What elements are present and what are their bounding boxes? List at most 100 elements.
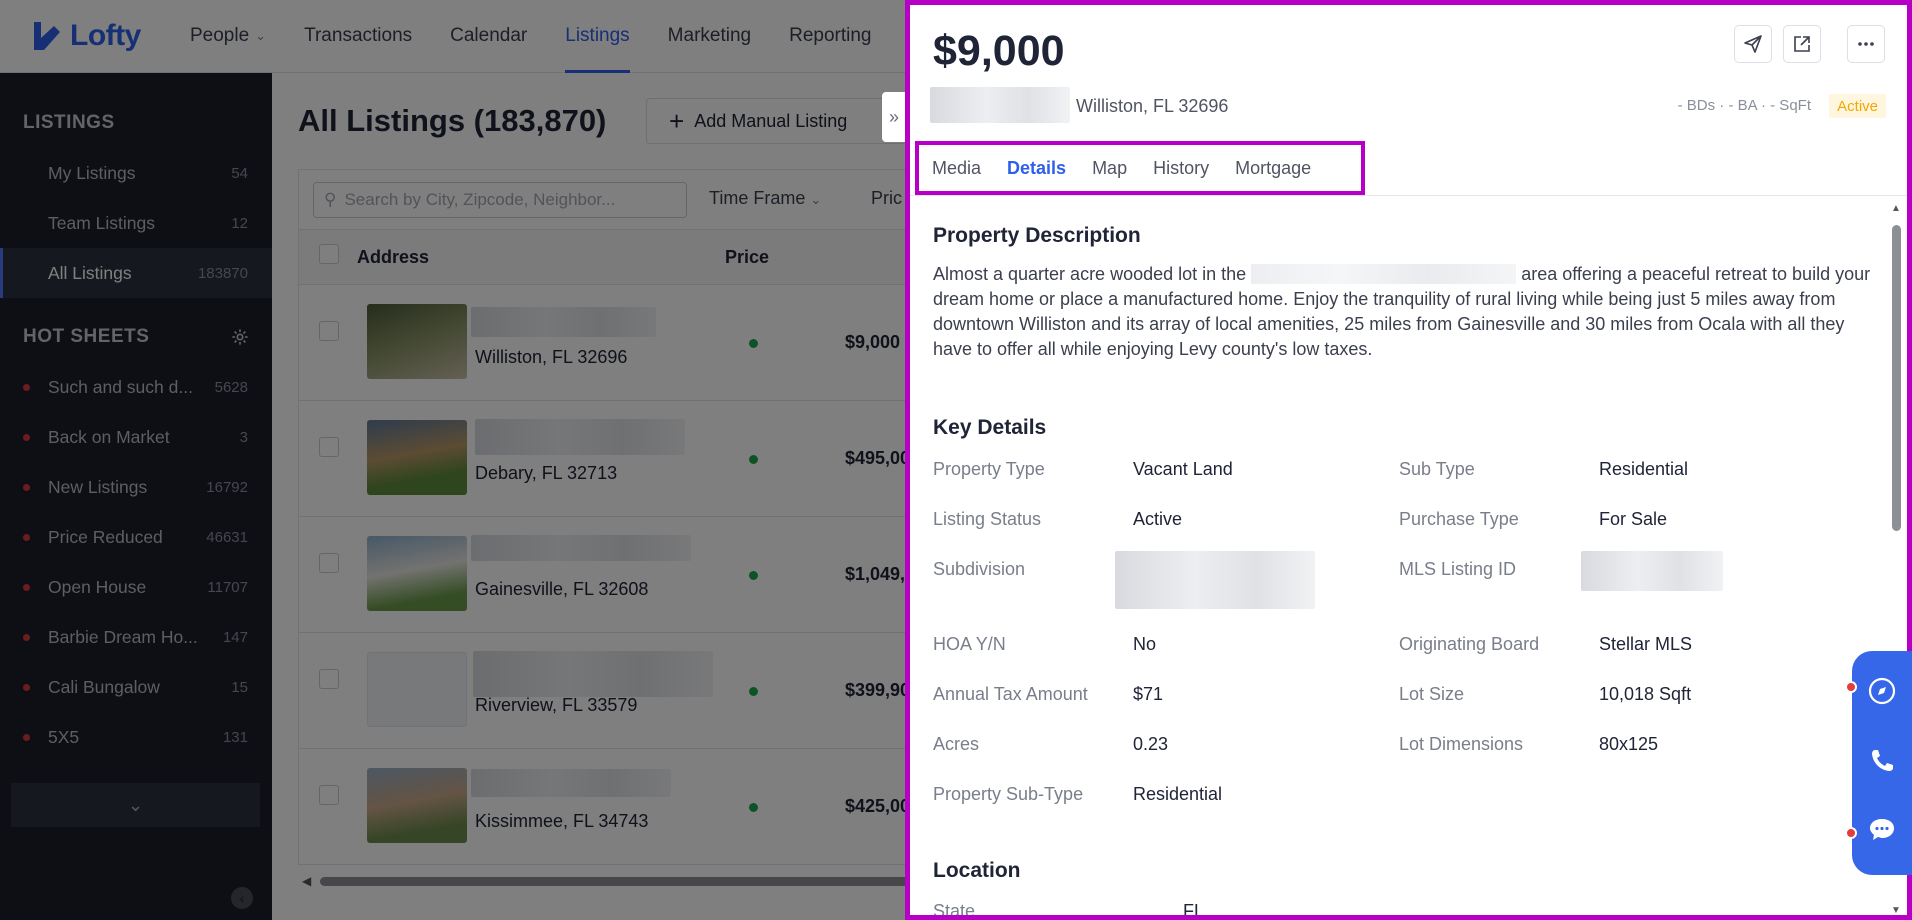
nav-calendar[interactable]: Calendar [450, 0, 527, 73]
chat-icon [1870, 819, 1894, 840]
more-options-button[interactable] [1847, 25, 1885, 63]
sidebar-item-team-listings[interactable]: Team Listings 12 [0, 198, 272, 248]
sidebar-item-my-listings[interactable]: My Listings 54 [0, 148, 272, 198]
search-input[interactable]: ⚲ Search by City, Zipcode, Neighbor... [313, 182, 687, 218]
detail-label: Sub Type [1399, 459, 1475, 479]
detail-tabs: Media Details Map History Mortgage [915, 141, 1365, 195]
redacted-text [1251, 264, 1517, 284]
table-row[interactable]: Williston, FL 32696 $9,000 [298, 285, 912, 401]
listing-thumbnail-placeholder[interactable] [367, 652, 467, 727]
nav-listings[interactable]: Listings [565, 0, 631, 73]
redacted-address [471, 307, 656, 337]
sidebar-item-label: Team Listings [48, 212, 155, 233]
sidebar-item-all-listings[interactable]: All Listings 183870 [0, 248, 272, 298]
detail-value: No [1133, 634, 1157, 654]
listing-price: $495,000 [845, 448, 912, 468]
filter-bar: ⚲ Search by City, Zipcode, Neighbor... Ti… [298, 169, 912, 229]
sidebar-item-label: 5X5 [48, 726, 80, 747]
add-manual-listing-button[interactable]: + Add Manual Listing [646, 98, 906, 144]
row-checkbox[interactable] [319, 669, 339, 689]
status-dot [23, 634, 30, 641]
status-dot [23, 434, 30, 441]
phone-button[interactable] [1864, 743, 1900, 779]
sidebar-item-hot-sheet[interactable]: Barbie Dream Ho... 147 [0, 612, 272, 662]
compass-button[interactable] [1864, 673, 1900, 709]
column-price[interactable]: Price [725, 247, 769, 268]
scrollbar-thumb[interactable] [1892, 225, 1901, 531]
sidebar-item-hot-sheet[interactable]: Price Reduced 46631 [0, 512, 272, 562]
scroll-down-arrow[interactable]: ▼ [1891, 905, 1901, 915]
listing-price: $9,000 [845, 332, 901, 352]
nav-reporting[interactable]: Reporting [789, 0, 871, 73]
select-all-checkbox[interactable] [319, 244, 339, 264]
nav-marketing[interactable]: Marketing [668, 0, 751, 73]
column-address[interactable]: Address [357, 247, 429, 268]
sidebar-item-hot-sheet[interactable]: Back on Market 3 [0, 412, 272, 462]
chat-button[interactable] [1864, 812, 1900, 848]
listings-heading-label: LISTINGS [23, 112, 115, 133]
row-checkbox[interactable] [319, 437, 339, 457]
sidebar-item-hot-sheet[interactable]: 5X5 131 [0, 712, 272, 762]
redacted-address [475, 419, 685, 455]
listing-meta: - BDs · - BA · - SqFt [1677, 97, 1811, 114]
double-chevron-down-icon: ⌄ [127, 794, 144, 815]
sidebar-item-label: All Listings [48, 262, 132, 283]
send-icon [1744, 35, 1762, 53]
status-dot [23, 534, 30, 541]
nav-transactions[interactable]: Transactions [304, 0, 412, 73]
hot-sheets-heading: HOT SHEETS [0, 312, 272, 362]
scroll-up-arrow[interactable]: ▲ [1891, 203, 1901, 214]
share-button[interactable] [1783, 25, 1821, 63]
price-filter[interactable]: Pric [871, 188, 902, 209]
sidebar-item-count: 131 [222, 728, 248, 746]
sidebar-item-hot-sheet[interactable]: Cali Bungalow 15 [0, 662, 272, 712]
listing-thumbnail[interactable] [367, 420, 467, 495]
nav-people[interactable]: People ⌄ [190, 0, 266, 73]
send-button[interactable] [1734, 25, 1772, 63]
sidebar-item-label: Barbie Dream Ho... [48, 626, 198, 647]
tab-map[interactable]: Map [1092, 158, 1127, 179]
chevron-down-icon: ⌄ [810, 192, 822, 207]
detail-value: Vacant Land [1133, 459, 1233, 479]
tab-history[interactable]: History [1153, 158, 1209, 179]
nav-calendar-label: Calendar [450, 25, 528, 46]
listing-thumbnail[interactable] [367, 536, 467, 611]
tab-media[interactable]: Media [932, 158, 981, 179]
detail-label: Property Type [933, 459, 1045, 479]
status-dot [23, 384, 30, 391]
sidebar-item-count: 147 [222, 628, 248, 646]
page-title: All Listings (183,870) [298, 103, 607, 138]
collapse-sidebar-button[interactable]: ‹ [231, 887, 253, 909]
tab-details[interactable]: Details [1007, 158, 1066, 179]
expand-hot-sheets-button[interactable]: ⌄ [11, 783, 260, 827]
table-row[interactable]: Gainesville, FL 32608 $1,049,90 [298, 517, 912, 633]
row-checkbox[interactable] [319, 321, 339, 341]
time-frame-filter[interactable]: Time Frame ⌄ [709, 188, 821, 209]
app-name: Lofty [70, 19, 141, 52]
row-checkbox[interactable] [319, 785, 339, 805]
table-row[interactable]: Kissimmee, FL 34743 $425,000 [298, 749, 912, 865]
listing-thumbnail[interactable] [367, 768, 467, 843]
sidebar-item-hot-sheet[interactable]: Such and such d... 5628 [0, 362, 272, 412]
sidebar-item-hot-sheet[interactable]: New Listings 16792 [0, 462, 272, 512]
sidebar-item-hot-sheet[interactable]: Open House 11707 [0, 562, 272, 612]
tab-mortgage[interactable]: Mortgage [1235, 158, 1311, 179]
horizontal-scrollbar[interactable]: ◀ [298, 873, 912, 889]
listing-thumbnail[interactable] [367, 304, 467, 379]
lofty-logo[interactable]: Lofty [30, 19, 190, 53]
location-title: Location [933, 859, 1021, 882]
chevron-down-icon: ⌄ [255, 28, 267, 43]
listing-city: Gainesville, FL 32608 [475, 579, 649, 599]
listing-price-heading: $9,000 [933, 27, 1065, 75]
row-checkbox[interactable] [319, 553, 339, 573]
scrollbar-thumb[interactable] [320, 877, 912, 886]
scroll-left-arrow[interactable]: ◀ [302, 874, 311, 888]
detail-label: Lot Dimensions [1399, 734, 1524, 754]
table-row[interactable]: Riverview, FL 33579 $399,900 [298, 633, 912, 749]
gear-icon[interactable] [231, 328, 249, 346]
collapse-panel-button[interactable]: » [882, 92, 906, 142]
status-dot [23, 684, 30, 691]
status-dot [749, 455, 758, 464]
table-row[interactable]: Debary, FL 32713 $495,000 [298, 401, 912, 517]
sidebar-item-label: My Listings [48, 162, 136, 183]
